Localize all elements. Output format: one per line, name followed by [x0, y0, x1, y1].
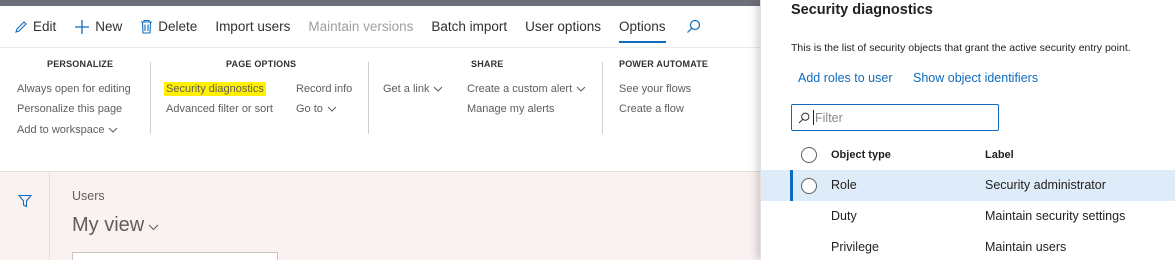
label-cell: Maintain security settings [985, 209, 1126, 223]
group-title: PAGE OPTIONS [226, 59, 297, 69]
group-title: PERSONALIZE [47, 59, 114, 69]
create-custom-alert-button[interactable]: Create a custom alert [467, 82, 586, 96]
filter-field[interactable] [791, 104, 999, 131]
batch-import-button[interactable]: Batch import [431, 6, 507, 47]
group-title: POWER AUTOMATE [619, 59, 709, 69]
go-to-label: Go to [296, 103, 323, 115]
chevron-down-icon [433, 86, 443, 92]
delete-label: Delete [158, 19, 198, 34]
get-a-link-button[interactable]: Get a link [383, 82, 443, 96]
page-options-group: PAGE OPTIONS Security diagnostics Advanc… [150, 48, 368, 148]
tab-options[interactable]: Options [618, 12, 666, 43]
user-options-label: User options [525, 19, 601, 34]
pencil-icon [14, 20, 28, 34]
maintain-versions-button[interactable]: Maintain versions [308, 6, 413, 47]
add-to-workspace-label: Add to workspace [17, 124, 105, 136]
add-roles-to-user-link[interactable]: Add roles to user [798, 71, 893, 85]
add-to-workspace-button[interactable]: Add to workspace [17, 123, 118, 137]
get-a-link-label: Get a link [383, 83, 430, 95]
group-title: SHARE [471, 59, 504, 69]
object-type-cell: Privilege [831, 240, 879, 254]
search-icon[interactable] [686, 19, 701, 34]
action-pane: Edit New Delete Import users Maintain ve… [0, 6, 760, 47]
selected-row-indicator [790, 170, 793, 201]
chevron-down-icon [148, 224, 159, 231]
edit-button[interactable]: Edit [14, 6, 56, 47]
table-row[interactable]: Privilege Maintain users [761, 232, 1175, 260]
always-open-for-editing-button[interactable]: Always open for editing [17, 82, 131, 96]
filter-input[interactable] [815, 110, 985, 125]
view-selector[interactable]: My view [72, 214, 159, 237]
table-row[interactable]: Role Security administrator [761, 170, 1175, 201]
batch-import-label: Batch import [431, 19, 508, 34]
filter-rail [0, 172, 50, 260]
import-users-label: Import users [215, 19, 291, 34]
filter-icon[interactable] [18, 194, 32, 208]
label-cell: Security administrator [985, 178, 1106, 192]
column-header-label[interactable]: Label [985, 149, 1014, 161]
chevron-down-icon [108, 127, 118, 133]
personalize-group: PERSONALIZE Always open for editing Pers… [0, 48, 150, 148]
pane-title: Security diagnostics [791, 2, 933, 18]
chevron-down-icon [576, 86, 586, 92]
personalize-this-page-button[interactable]: Personalize this page [17, 102, 122, 116]
user-options-button[interactable]: User options [525, 6, 601, 47]
maintain-versions-label: Maintain versions [308, 19, 414, 34]
label-cell: Maintain users [985, 240, 1067, 254]
show-object-identifiers-link[interactable]: Show object identifiers [913, 71, 1038, 85]
quick-filter-box[interactable] [72, 252, 278, 260]
record-info-button[interactable]: Record info [296, 82, 352, 96]
column-header-object-type[interactable]: Object type [831, 149, 891, 161]
search-icon [798, 112, 810, 124]
edit-label: Edit [33, 19, 57, 34]
view-name: My view [72, 214, 145, 236]
options-label: Options [618, 19, 666, 34]
create-custom-alert-label: Create a custom alert [467, 83, 573, 95]
see-your-flows-button[interactable]: See your flows [619, 82, 691, 96]
breadcrumb: Users [72, 189, 105, 203]
select-all-radio[interactable] [801, 147, 817, 163]
page-content: Users My view [0, 171, 760, 260]
go-to-button[interactable]: Go to [296, 102, 337, 116]
new-button[interactable]: New [74, 6, 122, 47]
create-a-flow-button[interactable]: Create a flow [619, 102, 684, 116]
row-select-radio[interactable] [801, 178, 817, 194]
power-automate-group: POWER AUTOMATE See your flows Create a f… [602, 48, 760, 148]
text-cursor [813, 110, 814, 125]
new-label: New [95, 19, 123, 34]
trash-icon [140, 19, 153, 34]
security-diagnostics-button[interactable]: Security diagnostics [164, 82, 266, 96]
advanced-filter-or-sort-button[interactable]: Advanced filter or sort [166, 102, 273, 116]
delete-button[interactable]: Delete [140, 6, 197, 47]
import-users-button[interactable]: Import users [215, 6, 290, 47]
share-group: SHARE Get a link Create a custom alert M… [368, 48, 602, 148]
plus-icon [74, 19, 90, 35]
object-type-cell: Role [831, 178, 857, 192]
object-type-cell: Duty [831, 209, 857, 223]
chevron-down-icon [327, 106, 337, 112]
manage-my-alerts-button[interactable]: Manage my alerts [467, 102, 554, 116]
options-ribbon: PERSONALIZE Always open for editing Pers… [0, 47, 760, 155]
pane-description: This is the list of security objects tha… [791, 42, 1131, 54]
grid-header-row: Object type Label [791, 140, 1175, 170]
table-row[interactable]: Duty Maintain security settings [761, 201, 1175, 232]
security-diagnostics-pane: Security diagnostics This is the list of… [760, 0, 1175, 260]
